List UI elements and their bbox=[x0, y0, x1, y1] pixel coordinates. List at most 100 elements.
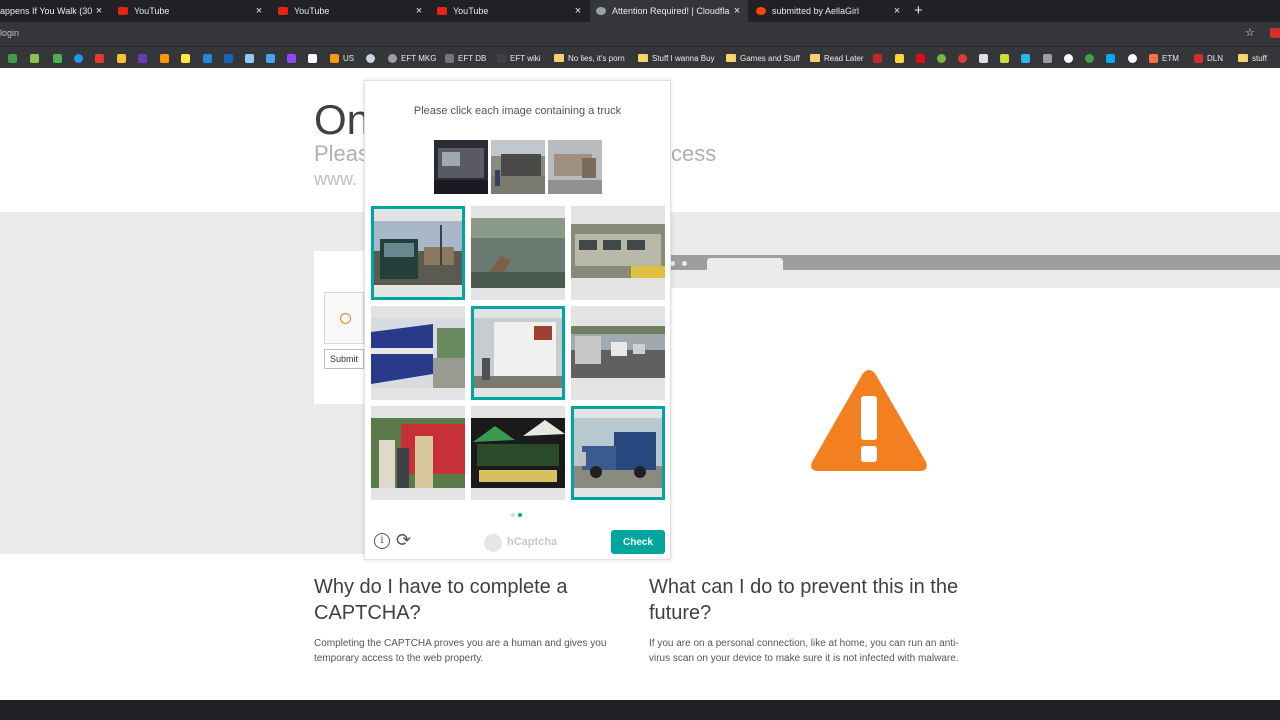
close-icon[interactable]: × bbox=[571, 5, 585, 17]
bookmark-star-icon[interactable]: ☆ bbox=[1245, 26, 1255, 39]
image-white-trailer bbox=[474, 318, 562, 388]
tab-youtube-2[interactable]: YouTube × bbox=[272, 0, 430, 22]
bookmark-folder-buy[interactable]: Stuff I wanna Buy bbox=[638, 52, 715, 64]
tab-reddit[interactable]: submitted by AellaGirl × bbox=[750, 0, 908, 22]
bookmark-folder-read-later[interactable]: Read Later bbox=[810, 52, 864, 64]
bookmark-icon-18[interactable] bbox=[958, 52, 971, 64]
bookmark-icon-25[interactable] bbox=[1128, 52, 1141, 64]
bookmark-icon-20[interactable] bbox=[1000, 52, 1013, 64]
close-icon[interactable]: × bbox=[412, 5, 426, 17]
tab-youtube-video[interactable]: appens If You Walk (30 M × bbox=[0, 0, 110, 22]
bookmark-folder-games[interactable]: Games and Stuff bbox=[726, 52, 800, 64]
page-url: www. bbox=[314, 169, 358, 189]
bookmark-folder-stuff[interactable]: stuff bbox=[1238, 52, 1267, 64]
page-dot-1[interactable] bbox=[511, 513, 515, 517]
captcha-tile-3[interactable] bbox=[571, 206, 665, 300]
image-subway-train bbox=[571, 224, 665, 278]
address-bar: login ☆ bbox=[0, 22, 1280, 46]
youtube-icon bbox=[278, 7, 288, 15]
captcha-tile-7[interactable] bbox=[371, 406, 465, 500]
bookmark-amazon[interactable] bbox=[308, 52, 321, 64]
bookmark-label: Games and Stuff bbox=[740, 53, 800, 63]
bookmark-icon-16[interactable] bbox=[895, 52, 908, 64]
bookmark-label: ETM bbox=[1162, 53, 1179, 63]
bookmark-icon-23[interactable] bbox=[1064, 52, 1077, 64]
bookmark-icon-24[interactable] bbox=[1106, 52, 1119, 64]
captcha-tile-9[interactable] bbox=[571, 406, 665, 500]
bookmark-netflix[interactable] bbox=[916, 52, 929, 64]
warning-icon bbox=[811, 370, 927, 471]
captcha-tile-2[interactable] bbox=[471, 206, 565, 300]
captcha-tile-5[interactable] bbox=[471, 306, 565, 400]
extension-icon[interactable] bbox=[1270, 28, 1280, 38]
taskbar bbox=[0, 700, 1280, 720]
tab-bar: appens If You Walk (30 M × YouTube × You… bbox=[0, 0, 1280, 22]
browser-illustration-body bbox=[671, 288, 1280, 554]
bookmark-icon-8[interactable] bbox=[160, 52, 173, 64]
close-icon[interactable]: × bbox=[730, 5, 744, 17]
bookmark-icon-17[interactable] bbox=[937, 52, 950, 64]
bookmark-icon-21[interactable] bbox=[1021, 52, 1034, 64]
tab-cloudflare[interactable]: Attention Required! | Cloudflare × bbox=[590, 0, 748, 22]
bookmark-xbox[interactable] bbox=[1085, 52, 1098, 64]
bookmark-icon-7[interactable] bbox=[138, 52, 151, 64]
bookmark-icon-22[interactable] bbox=[1043, 52, 1056, 64]
bookmark-folder-porn[interactable]: No lies, it's porn bbox=[554, 52, 625, 64]
bookmark-icon-12[interactable] bbox=[245, 52, 258, 64]
close-icon[interactable]: × bbox=[890, 5, 904, 17]
prevent-heading: What can I do to prevent this in the fut… bbox=[649, 576, 959, 624]
bookmark-etm[interactable]: ETM bbox=[1149, 52, 1179, 64]
bookmark-icon-13[interactable] bbox=[266, 52, 279, 64]
bookmark-icon-5[interactable] bbox=[95, 52, 108, 64]
bookmark-icon-11[interactable] bbox=[224, 52, 237, 64]
url-field[interactable]: login bbox=[0, 28, 19, 38]
tab-title: YouTube bbox=[453, 6, 489, 16]
page-indicator bbox=[511, 513, 522, 517]
captcha-tile-6[interactable] bbox=[571, 306, 665, 400]
bookmarks-bar: US EFT MKG EFT DB EFT wiki No lies, it's… bbox=[0, 46, 1280, 68]
hcaptcha-challenge: Please click each image containing a tru… bbox=[364, 80, 671, 560]
bookmark-icon-6[interactable] bbox=[117, 52, 130, 64]
why-heading: Why do I have to complete a CAPTCHA? bbox=[314, 576, 568, 624]
hcaptcha-logo-icon bbox=[484, 534, 502, 552]
check-button[interactable]: Check bbox=[611, 530, 665, 554]
bookmark-us[interactable]: US bbox=[330, 52, 354, 64]
bookmark-icon-4[interactable] bbox=[74, 52, 87, 64]
info-icon[interactable]: i bbox=[374, 533, 390, 549]
captcha-tile-1[interactable] bbox=[371, 206, 465, 300]
bookmark-steam[interactable] bbox=[366, 52, 379, 64]
bookmark-label: DLN bbox=[1207, 53, 1224, 63]
bookmark-eft-mkg[interactable]: EFT MKG bbox=[388, 52, 436, 64]
bookmark-icon-14[interactable] bbox=[287, 52, 300, 64]
tab-youtube-1[interactable]: YouTube × bbox=[112, 0, 270, 22]
captcha-tile-4[interactable] bbox=[371, 306, 465, 400]
bookmark-label: No lies, it's porn bbox=[568, 53, 625, 63]
example-image-1 bbox=[434, 140, 488, 194]
bookmark-icon-2[interactable] bbox=[30, 52, 43, 64]
new-tab-button[interactable]: + bbox=[914, 2, 923, 19]
prevent-body: If you are on a personal connection, lik… bbox=[649, 638, 959, 664]
bookmark-icon-1[interactable] bbox=[8, 52, 21, 64]
captcha-prompt: Please click each image containing a tru… bbox=[413, 105, 622, 117]
bookmark-icon-15[interactable] bbox=[873, 52, 886, 64]
image-highway-traffic bbox=[571, 326, 665, 378]
bookmark-icon-10[interactable] bbox=[203, 52, 216, 64]
page-dot-2[interactable] bbox=[518, 513, 522, 517]
close-icon[interactable]: × bbox=[252, 5, 266, 17]
close-icon[interactable]: × bbox=[92, 5, 106, 17]
captcha-tile-8[interactable] bbox=[471, 406, 565, 500]
bookmark-dln[interactable]: DLN bbox=[1194, 52, 1223, 64]
bookmark-label: Read Later bbox=[824, 53, 864, 63]
refresh-icon[interactable]: ⟳ bbox=[396, 531, 411, 549]
bookmark-icon-3[interactable] bbox=[53, 52, 66, 64]
submit-button[interactable]: Submit bbox=[324, 349, 364, 369]
tab-youtube-3[interactable]: YouTube × bbox=[431, 0, 589, 22]
example-image-2 bbox=[491, 140, 545, 194]
youtube-icon bbox=[118, 7, 128, 15]
bookmark-eft-wiki[interactable]: EFT wiki bbox=[497, 52, 541, 64]
bookmark-icon-19[interactable] bbox=[979, 52, 992, 64]
bookmark-eft-db[interactable]: EFT DB bbox=[445, 52, 486, 64]
page-subtitle: Pleas bbox=[314, 141, 370, 166]
bookmark-icon-9[interactable] bbox=[181, 52, 194, 64]
page-title: On bbox=[314, 96, 371, 143]
